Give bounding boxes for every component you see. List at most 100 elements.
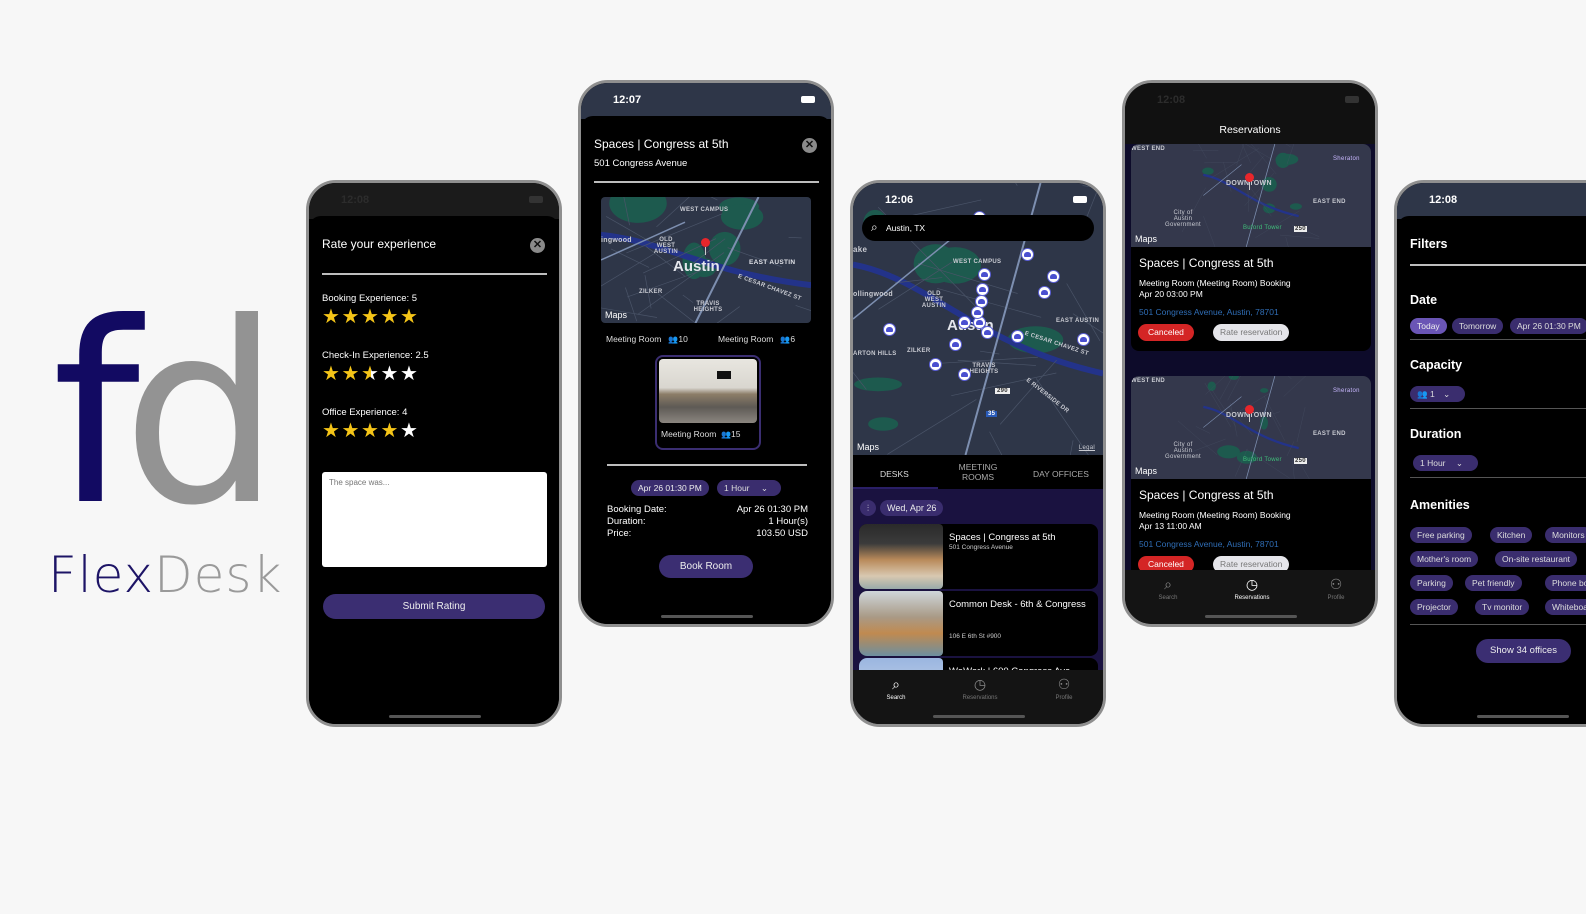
rate-sheet: Rate your experience ✕ Booking Experienc… bbox=[309, 216, 559, 724]
reservation-card[interactable]: WEST END DOWNTOWN EAST END City of Austi… bbox=[1131, 376, 1371, 583]
duration-dropdown[interactable]: 1 Hour ⌄ bbox=[717, 480, 781, 496]
room-option[interactable]: Meeting Room 👥6 bbox=[718, 334, 795, 344]
interstate-shield: 35 bbox=[986, 411, 998, 417]
office-map-pin-icon[interactable] bbox=[971, 306, 984, 319]
search-map[interactable]: 12:06 ake WEST CAMPUS ollingwood OLD WES… bbox=[853, 183, 1103, 455]
location-pin-icon bbox=[1245, 405, 1254, 422]
date-filter-chip[interactable]: Wed, Apr 26 bbox=[880, 500, 944, 516]
reservation-address-link[interactable]: 501 Congress Avenue, Austin, 78701 bbox=[1139, 307, 1279, 317]
listing-photo bbox=[859, 524, 943, 589]
apple-maps-mark: Maps bbox=[1135, 466, 1158, 476]
comment-input[interactable] bbox=[322, 472, 547, 567]
amenity-chip[interactable]: Projector bbox=[1410, 599, 1459, 615]
show-offices-button[interactable]: Show 34 offices bbox=[1476, 639, 1571, 663]
amenity-chip[interactable]: Parking bbox=[1410, 575, 1453, 591]
date-option-today[interactable]: Today bbox=[1410, 318, 1447, 334]
duration-dropdown[interactable]: 1 Hour ⌄ bbox=[1413, 455, 1478, 471]
search-input[interactable]: Austin, TX bbox=[886, 223, 925, 233]
office-map-pin-icon[interactable] bbox=[978, 268, 991, 281]
map-label: TRAVIS HEIGHTS bbox=[693, 301, 723, 313]
office-map-pin-icon[interactable] bbox=[929, 358, 942, 371]
star-icon[interactable]: ★ bbox=[400, 364, 420, 384]
office-map-pin-icon[interactable] bbox=[1011, 330, 1024, 343]
people-icon: 👥 bbox=[721, 430, 731, 439]
star-icon[interactable]: ★ bbox=[400, 421, 420, 441]
office-map-pin-icon[interactable] bbox=[1047, 270, 1060, 283]
tab-search[interactable]: ⌕ Search bbox=[1133, 576, 1203, 601]
office-map-pin-icon[interactable] bbox=[883, 323, 896, 336]
amenity-chip[interactable]: Whiteboard bbox=[1545, 599, 1586, 615]
rate-reservation-button[interactable]: Rate reservation bbox=[1213, 324, 1290, 341]
office-map-pin-icon[interactable] bbox=[949, 338, 962, 351]
amenity-chip[interactable]: Tv monitor bbox=[1475, 599, 1530, 615]
amenity-chip[interactable]: Pet friendly bbox=[1465, 575, 1522, 591]
book-room-button[interactable]: Book Room bbox=[659, 555, 753, 578]
amenity-chip[interactable]: On-site restaurant bbox=[1495, 551, 1578, 567]
tab-desks[interactable]: DESKS bbox=[880, 469, 909, 479]
listing-name: Spaces | Congress at 5th bbox=[949, 532, 1056, 543]
close-icon[interactable]: ✕ bbox=[802, 138, 817, 153]
capacity-dropdown[interactable]: 👥 1 ⌄ bbox=[1410, 386, 1465, 402]
location-pin-icon bbox=[1245, 173, 1254, 190]
room-option[interactable]: Meeting Room 👥10 bbox=[606, 334, 688, 344]
date-chip[interactable]: Apr 26 01:30 PM bbox=[631, 480, 709, 496]
star-rating[interactable]: ★★★★★ bbox=[322, 421, 420, 441]
star-icon[interactable]: ★ bbox=[361, 364, 381, 384]
brand-name-desk: Desk bbox=[154, 546, 283, 604]
search-bar[interactable]: ⌕ Austin, TX bbox=[862, 215, 1094, 241]
amenity-chip[interactable]: Monitors bbox=[1545, 527, 1586, 543]
clock-icon: ◷ bbox=[1245, 576, 1259, 592]
phone-search: 12:06 ake WEST CAMPUS ollingwood OLD WES… bbox=[850, 180, 1106, 727]
submit-rating-button[interactable]: Submit Rating bbox=[323, 594, 545, 619]
amenity-chip[interactable]: Phone booth bbox=[1545, 575, 1586, 591]
star-icon[interactable]: ★ bbox=[361, 307, 381, 327]
date-option-custom[interactable]: Apr 26 01:30 PM bbox=[1510, 318, 1586, 334]
listing-card[interactable]: Spaces | Congress at 5th 501 Congress Av… bbox=[859, 524, 1098, 589]
listing-card[interactable]: Common Desk - 6th & Congress 106 E 6th S… bbox=[859, 591, 1098, 656]
room-card-selected[interactable]: Meeting Room 👥15 bbox=[655, 355, 761, 450]
status-bar-map: 12:07 bbox=[581, 83, 831, 119]
office-map-pin-icon[interactable] bbox=[1021, 248, 1034, 261]
star-icon[interactable]: ★ bbox=[381, 364, 401, 384]
office-map-pin-icon[interactable] bbox=[981, 326, 994, 339]
tab-search[interactable]: ⌕ Search bbox=[861, 676, 931, 701]
office-map-pin-icon[interactable] bbox=[1038, 286, 1051, 299]
office-map-pin-icon[interactable] bbox=[1077, 333, 1090, 346]
office-map[interactable]: WEST CAMPUS OLD WEST AUSTIN ingwood EAST… bbox=[601, 197, 811, 323]
star-rating[interactable]: ★★★★★ bbox=[322, 307, 420, 327]
status-time: 12:08 bbox=[341, 194, 370, 206]
legal-link[interactable]: Legal bbox=[1079, 445, 1095, 451]
date-option-tomorrow[interactable]: Tomorrow bbox=[1452, 318, 1504, 334]
star-icon[interactable]: ★ bbox=[322, 364, 342, 384]
office-map-pin-icon[interactable] bbox=[976, 283, 989, 296]
star-icon[interactable]: ★ bbox=[342, 307, 362, 327]
tab-meeting-rooms[interactable]: MEETING ROOMS bbox=[958, 462, 998, 482]
star-icon[interactable]: ★ bbox=[361, 421, 381, 441]
star-rating[interactable]: ★★★★★ bbox=[322, 364, 420, 384]
star-icon[interactable]: ★ bbox=[381, 307, 401, 327]
amenity-chip[interactable]: Kitchen bbox=[1490, 527, 1533, 543]
person-icon: ⚇ bbox=[1329, 576, 1343, 592]
tab-day-offices[interactable]: DAY OFFICES bbox=[1033, 469, 1089, 479]
close-icon[interactable]: ✕ bbox=[530, 238, 545, 253]
star-icon[interactable]: ★ bbox=[342, 364, 362, 384]
star-icon[interactable]: ★ bbox=[381, 421, 401, 441]
capacity-label: Capacity bbox=[1410, 358, 1463, 372]
reservation-address-link[interactable]: 501 Congress Avenue, Austin, 78701 bbox=[1139, 539, 1279, 549]
chevron-down-icon: ⌄ bbox=[1455, 458, 1464, 468]
amenity-chip[interactable]: Free parking bbox=[1410, 527, 1472, 543]
tab-profile[interactable]: ⚇ Profile bbox=[1029, 676, 1099, 701]
star-icon[interactable]: ★ bbox=[400, 307, 420, 327]
tab-reservations[interactable]: ◷ Reservations bbox=[1217, 576, 1287, 601]
office-map-pin-icon[interactable] bbox=[958, 316, 971, 329]
tab-profile[interactable]: ⚇ Profile bbox=[1301, 576, 1371, 601]
tab-reservations[interactable]: ◷ Reservations bbox=[945, 676, 1015, 701]
star-icon[interactable]: ★ bbox=[342, 421, 362, 441]
map-label: ZILKER bbox=[907, 348, 931, 354]
reservation-card[interactable]: WEST END DOWNTOWN EAST END City of Austi… bbox=[1131, 144, 1371, 351]
star-icon[interactable]: ★ bbox=[322, 421, 342, 441]
star-icon[interactable]: ★ bbox=[322, 307, 342, 327]
amenity-chip[interactable]: Mother's room bbox=[1410, 551, 1479, 567]
office-map-pin-icon[interactable] bbox=[958, 368, 971, 381]
filter-sliders-icon[interactable]: ⫶ bbox=[860, 500, 876, 516]
